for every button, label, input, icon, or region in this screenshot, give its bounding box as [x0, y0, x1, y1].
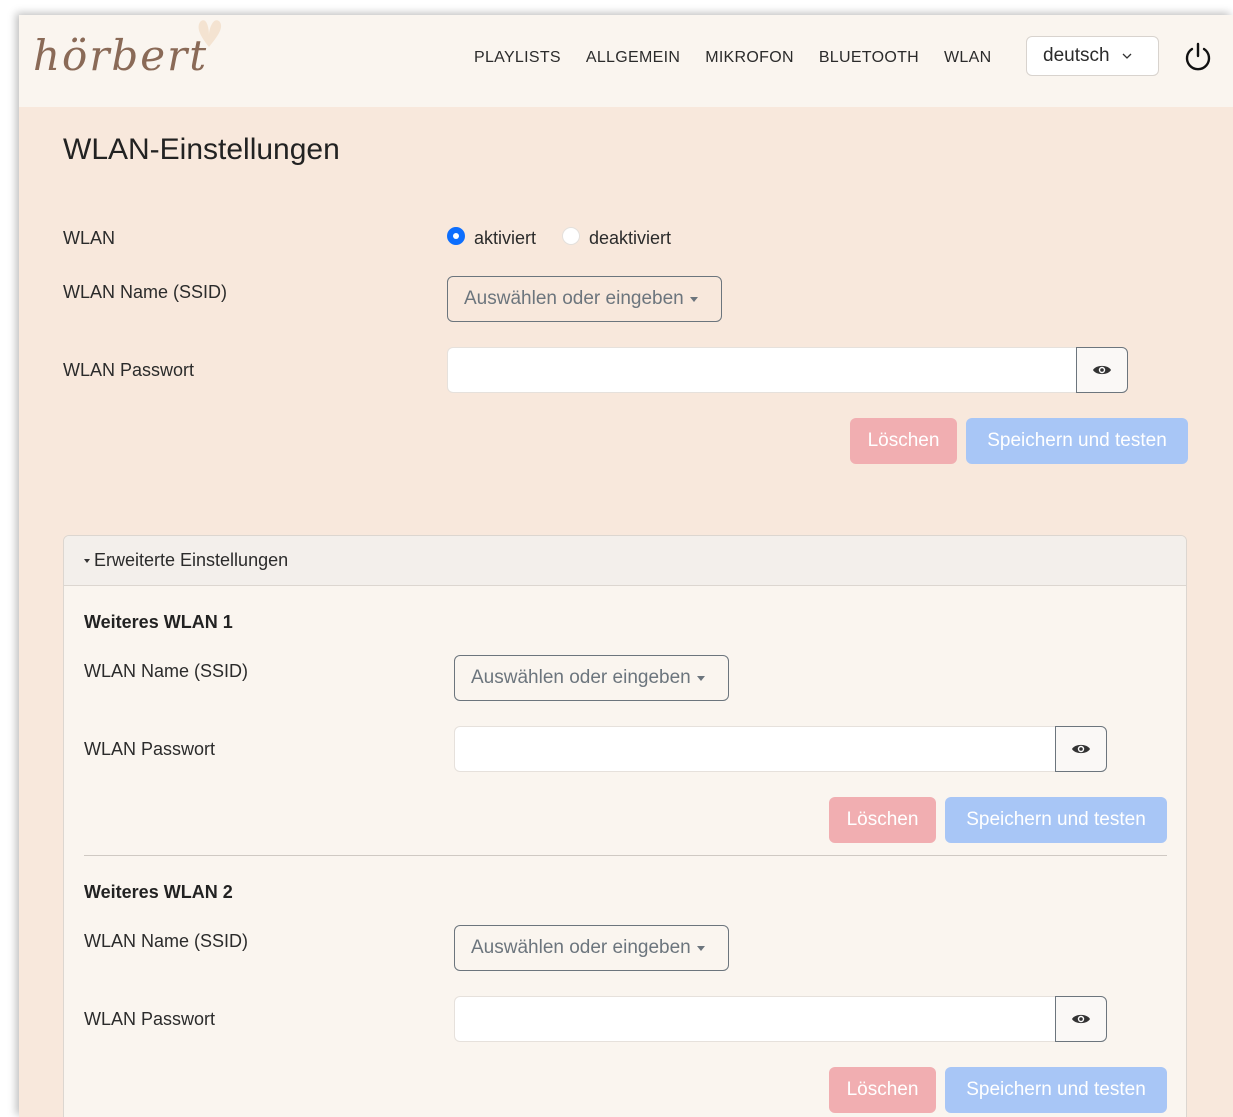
- navbar: hörbert PLAYLISTS ALLGEMEIN MIKROFON BLU…: [19, 15, 1233, 107]
- chevron-down-icon: [1122, 53, 1132, 59]
- page-title: WLAN-Einstellungen: [63, 133, 340, 166]
- power-icon[interactable]: [1183, 41, 1213, 73]
- wlan-label: WLAN: [63, 228, 116, 248]
- network-1-title: Weiteres WLAN 1: [84, 612, 233, 632]
- radio-activated-label[interactable]: aktiviert: [474, 228, 536, 249]
- network-2-ssid-dropdown[interactable]: Auswählen oder eingeben: [454, 925, 729, 971]
- save-test-button[interactable]: Speichern und testen: [966, 418, 1188, 464]
- radio-deactivated[interactable]: [562, 227, 580, 245]
- network-2-delete-button[interactable]: Löschen: [829, 1067, 936, 1113]
- network-2-password-label: WLAN Passwort: [84, 1009, 216, 1029]
- network-2-ssid-dropdown-label: Auswählen oder eingeben: [471, 937, 691, 958]
- butterfly-icon: [198, 20, 222, 47]
- network-1-delete-button[interactable]: Löschen: [829, 797, 936, 843]
- network-1-password-label: WLAN Passwort: [84, 739, 216, 759]
- nav-wlan[interactable]: WLAN: [944, 49, 991, 67]
- eye-icon: [1072, 744, 1090, 754]
- nav-allgemein[interactable]: ALLGEMEIN: [586, 49, 680, 67]
- divider: [84, 855, 1167, 856]
- advanced-settings-card: Erweiterte Einstellungen Weiteres WLAN 1…: [63, 535, 1187, 1117]
- network-1-save-test-button[interactable]: Speichern und testen: [945, 797, 1167, 843]
- advanced-settings-toggle[interactable]: Erweiterte Einstellungen: [64, 536, 1186, 586]
- network-1-show-password-button[interactable]: [1055, 726, 1107, 772]
- ssid-dropdown[interactable]: Auswählen oder eingeben: [447, 276, 722, 322]
- show-password-button[interactable]: [1076, 347, 1128, 393]
- network-1-ssid-dropdown[interactable]: Auswählen oder eingeben: [454, 655, 729, 701]
- network-2-save-test-button[interactable]: Speichern und testen: [945, 1067, 1167, 1113]
- advanced-settings-title: Erweiterte Einstellungen: [94, 550, 289, 570]
- network-2-password-input[interactable]: [454, 996, 1056, 1042]
- language-value: deutsch: [1043, 45, 1110, 66]
- nav-links: PLAYLISTS ALLGEMEIN MIKROFON BLUETOOTH W…: [474, 49, 1016, 67]
- ssid-label: WLAN Name (SSID): [63, 282, 228, 302]
- ssid-dropdown-label: Auswählen oder eingeben: [464, 288, 684, 309]
- eye-icon: [1072, 1014, 1090, 1024]
- caret-down-icon: [84, 558, 90, 563]
- caret-down-icon: [696, 945, 705, 951]
- password-input[interactable]: [447, 347, 1077, 393]
- nav-playlists[interactable]: PLAYLISTS: [474, 49, 561, 67]
- nav-bluetooth[interactable]: BLUETOOTH: [819, 49, 919, 67]
- network-2-show-password-button[interactable]: [1055, 996, 1107, 1042]
- network-1-password-input[interactable]: [454, 726, 1056, 772]
- language-select[interactable]: deutsch: [1026, 36, 1159, 76]
- nav-mikrofon[interactable]: MIKROFON: [705, 49, 794, 67]
- radio-deactivated-label[interactable]: deaktiviert: [589, 228, 671, 249]
- network-1-ssid-dropdown-label: Auswählen oder eingeben: [471, 667, 691, 688]
- radio-activated[interactable]: [447, 227, 465, 245]
- eye-icon: [1093, 365, 1111, 375]
- network-2-ssid-label: WLAN Name (SSID): [84, 931, 249, 951]
- app-window: hörbert PLAYLISTS ALLGEMEIN MIKROFON BLU…: [19, 15, 1233, 1117]
- network-2-title: Weiteres WLAN 2: [84, 882, 233, 902]
- logo[interactable]: hörbert: [33, 31, 208, 80]
- caret-down-icon: [689, 296, 698, 302]
- network-1-ssid-label: WLAN Name (SSID): [84, 661, 249, 681]
- delete-button[interactable]: Löschen: [850, 418, 957, 464]
- password-label: WLAN Passwort: [63, 360, 195, 380]
- caret-down-icon: [696, 675, 705, 681]
